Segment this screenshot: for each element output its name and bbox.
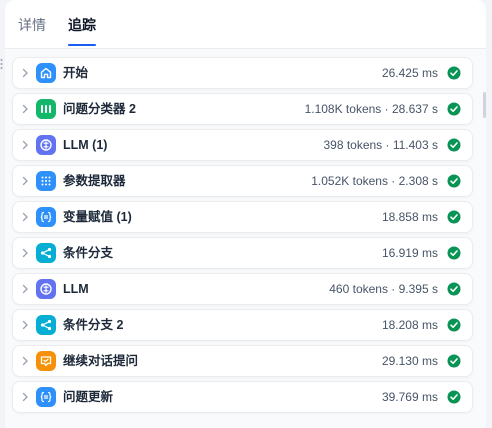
node-meta: 460 tokens · 9.395 s [329,282,438,296]
node-name: LLM [63,282,89,296]
scrollbar[interactable] [483,92,486,118]
chevron-right-icon[interactable] [20,284,30,294]
variable-assigner-icon [36,387,56,407]
panel-resize-handle[interactable] [0,58,3,70]
node-name: 问题分类器 2 [63,102,136,116]
trace-node-row[interactable]: LLM 460 tokens · 9.395 s [12,273,473,305]
trace-node-row[interactable]: 问题分类器 2 1.108K tokens · 28.637 s [12,93,473,125]
chevron-right-icon[interactable] [20,176,30,186]
llm-icon [36,135,56,155]
success-check-icon [447,66,461,80]
node-meta: 1.052K tokens · 2.308 s [311,174,438,188]
chevron-right-icon[interactable] [20,68,30,78]
trace-node-row[interactable]: 条件分支 2 18.208 ms [12,309,473,341]
home-icon [36,63,56,83]
node-meta: 18.858 ms [381,210,438,224]
tab-tracing[interactable]: 追踪 [68,17,96,33]
chevron-right-icon[interactable] [20,104,30,114]
node-meta: 26.425 ms [381,66,438,80]
if-else-icon [36,243,56,263]
llm-icon [36,279,56,299]
node-meta: 29.130 ms [381,354,438,368]
node-name: 变量赋值 (1) [63,210,132,224]
trace-list: 开始 26.425 ms 问题分类器 2 1.108K tokens · 28.… [5,49,486,428]
success-check-icon [447,102,461,116]
variable-assigner-icon [36,207,56,227]
node-name: 开始 [63,66,89,80]
chevron-right-icon[interactable] [20,392,30,402]
node-name: 继续对话提问 [63,354,139,368]
chevron-right-icon[interactable] [20,356,30,366]
success-check-icon [447,282,461,296]
trace-node-row[interactable]: 变量赋值 (1) 18.858 ms [12,201,473,233]
node-meta: 16.919 ms [381,246,438,260]
node-name: 参数提取器 [63,174,126,188]
node-meta: 39.769 ms [381,390,438,404]
active-tab-indicator [68,44,96,46]
chevron-right-icon[interactable] [20,140,30,150]
chevron-right-icon[interactable] [20,248,30,258]
tab-details[interactable]: 详情 [18,17,46,33]
success-check-icon [447,174,461,188]
success-check-icon [447,246,461,260]
chevron-right-icon[interactable] [20,320,30,330]
node-name: 条件分支 2 [63,318,124,332]
tab-bar: 详情 追踪 [5,0,486,49]
success-check-icon [447,354,461,368]
question-classifier-icon [36,99,56,119]
node-name: 条件分支 [63,246,114,260]
trace-node-row[interactable]: 条件分支 16.919 ms [12,237,473,269]
node-meta: 398 tokens · 11.403 s [323,138,438,152]
trace-node-row[interactable]: 继续对话提问 29.130 ms [12,345,473,377]
parameter-extractor-icon [36,171,56,191]
success-check-icon [447,318,461,332]
trace-node-row[interactable]: 问题更新 39.769 ms [12,381,473,413]
node-meta: 1.108K tokens · 28.637 s [304,102,438,116]
trace-node-row[interactable]: 开始 26.425 ms [12,57,473,89]
if-else-icon [36,315,56,335]
question-icon [36,351,56,371]
success-check-icon [447,138,461,152]
node-meta: 18.208 ms [381,318,438,332]
trace-node-row[interactable]: LLM (1) 398 tokens · 11.403 s [12,129,473,161]
run-panel: 详情 追踪 开始 26.425 ms 问题分类器 2 1.108K tokens… [5,0,486,428]
node-name: 问题更新 [63,390,114,404]
trace-node-row[interactable]: 参数提取器 1.052K tokens · 2.308 s [12,165,473,197]
success-check-icon [447,390,461,404]
node-name: LLM (1) [63,138,108,152]
chevron-right-icon[interactable] [20,212,30,222]
success-check-icon [447,210,461,224]
